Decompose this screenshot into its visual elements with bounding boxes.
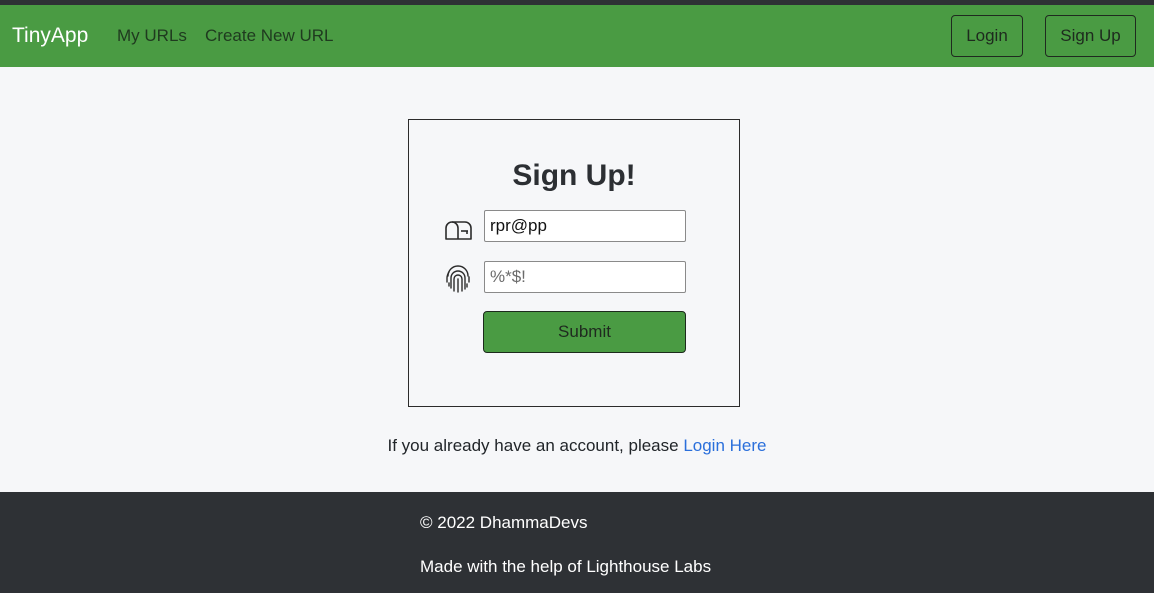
footer-copyright: © 2022 DhammaDevs xyxy=(420,513,588,532)
nav-link-my-urls[interactable]: My URLs xyxy=(117,25,187,47)
navbar: TinyApp My URLs Create New URL Login Sig… xyxy=(0,5,1154,67)
footer-credit: Made with the help of Lighthouse Labs xyxy=(420,557,712,576)
submit-button[interactable]: Submit xyxy=(483,311,686,353)
email-field[interactable] xyxy=(484,210,686,242)
login-button[interactable]: Login xyxy=(951,15,1023,57)
brand-link[interactable]: TinyApp xyxy=(12,23,88,49)
password-field[interactable] xyxy=(484,261,686,293)
login-here-link[interactable]: Login Here xyxy=(683,436,766,455)
signup-button[interactable]: Sign Up xyxy=(1045,15,1136,57)
footer: © 2022 DhammaDevs Made with the help of … xyxy=(0,492,1154,593)
fingerprint-icon xyxy=(443,264,473,294)
mailbox-icon xyxy=(443,215,473,245)
page-title: Sign Up! xyxy=(512,159,636,192)
login-prompt-text: If you already have an account, please xyxy=(387,436,684,455)
signup-card: Sign Up! Submit xyxy=(408,119,740,407)
login-prompt: If you already have an account, please L… xyxy=(0,435,1154,457)
nav-link-create-new-url[interactable]: Create New URL xyxy=(205,25,334,47)
